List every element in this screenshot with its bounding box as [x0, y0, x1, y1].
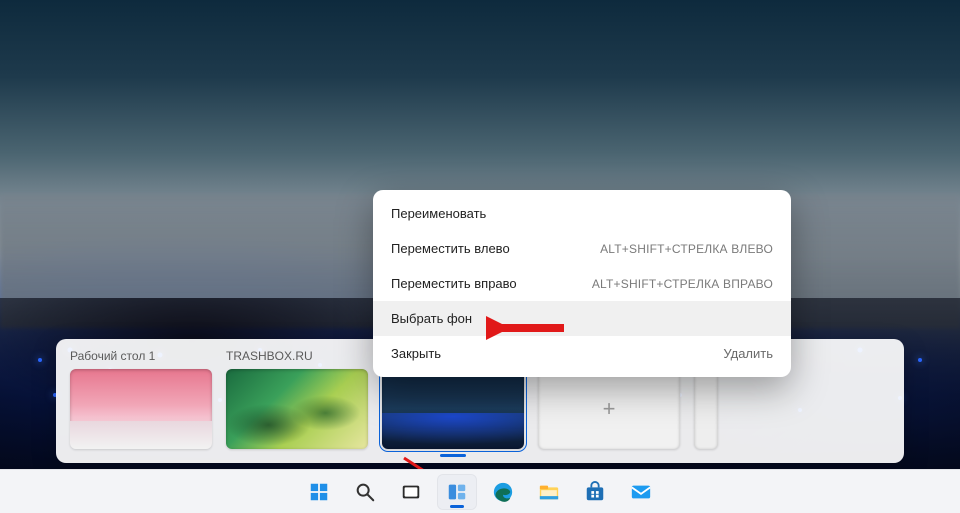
plus-icon: +: [603, 396, 616, 422]
menu-item-shortcut: ALT+SHIFT+СТРЕЛКА ВЛЕВО: [600, 242, 773, 256]
taskview-icon: [446, 481, 468, 503]
search-icon: [354, 481, 376, 503]
menu-item-label: Переместить влево: [391, 241, 510, 256]
menu-item-shortcut: ALT+SHIFT+СТРЕЛКА ВПРАВО: [592, 277, 773, 291]
menu-close[interactable]: Закрыть Удалить: [373, 336, 791, 371]
virtual-desktop-thumbnail[interactable]: [70, 369, 212, 449]
edge-icon: [492, 481, 514, 503]
explorer-icon: [538, 481, 560, 503]
start-button[interactable]: [299, 474, 339, 510]
virtual-desktop-2[interactable]: TRASHBOX.RU: [226, 349, 368, 449]
menu-rename[interactable]: Переименовать: [373, 196, 791, 231]
context-menu: Переименовать Переместить влево ALT+SHIF…: [373, 190, 791, 377]
virtual-desktop-1[interactable]: Рабочий стол 1: [70, 349, 212, 449]
menu-item-label: Закрыть: [391, 346, 441, 361]
store-button[interactable]: [575, 474, 615, 510]
virtual-desktop-thumbnail[interactable]: [382, 369, 524, 449]
virtual-desktop-thumbnail[interactable]: [226, 369, 368, 449]
virtual-desktop-label: TRASHBOX.RU: [226, 349, 368, 363]
edge-button[interactable]: [483, 474, 523, 510]
menu-item-label: Переименовать: [391, 206, 486, 221]
menu-move-left[interactable]: Переместить влево ALT+SHIFT+СТРЕЛКА ВЛЕВ…: [373, 231, 791, 266]
menu-item-label: Выбрать фон: [391, 311, 472, 326]
explorer-button[interactable]: [529, 474, 569, 510]
store-icon: [584, 481, 606, 503]
menu-item-right: Удалить: [723, 346, 773, 361]
menu-item-label: Переместить вправо: [391, 276, 517, 291]
annotation-arrow-main: [486, 314, 566, 342]
desktops-button[interactable]: [391, 474, 431, 510]
search-button[interactable]: [345, 474, 385, 510]
menu-choose-background[interactable]: Выбрать фон: [373, 301, 791, 336]
task-view-button[interactable]: [437, 474, 477, 510]
mail-button[interactable]: [621, 474, 661, 510]
add-desktop-tile[interactable]: +: [538, 369, 680, 449]
desktops-icon: [400, 481, 422, 503]
start-icon: [308, 481, 330, 503]
virtual-desktop-label: Рабочий стол 1: [70, 349, 212, 363]
virtual-desktop-thumbnail[interactable]: [694, 369, 718, 449]
menu-move-right[interactable]: Переместить вправо ALT+SHIFT+СТРЕЛКА ВПР…: [373, 266, 791, 301]
mail-icon: [630, 481, 652, 503]
taskbar: [0, 469, 960, 513]
